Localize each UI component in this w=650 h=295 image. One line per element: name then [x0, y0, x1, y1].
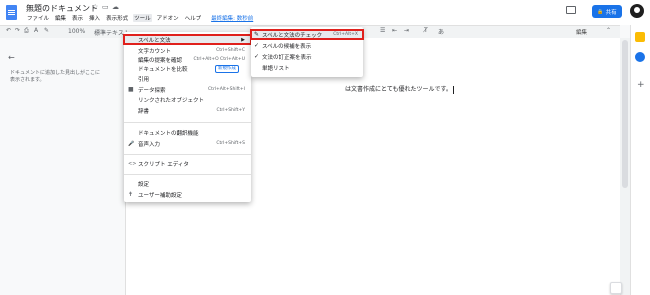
menu-item-voice-typing[interactable]: 🎤 音声入力 Ctrl+Shift+S [124, 139, 251, 148]
menu-item-personal-dictionary[interactable]: 単語リスト [251, 63, 363, 72]
menu-item-label: 音声入力 [138, 141, 161, 148]
menu-item-shortcut: Ctrl+Shift+Y [216, 108, 245, 113]
menu-item-label: 辞書 [138, 108, 150, 115]
indent-decrease-icon[interactable]: ⇤ [392, 27, 397, 34]
bullet-list-icon[interactable]: ☰ [380, 27, 385, 34]
menu-item-label: 設定 [138, 181, 150, 188]
comment-history-icon[interactable] [566, 6, 576, 14]
menu-file[interactable]: ファイル [26, 14, 50, 22]
menu-item-accessibility-settings[interactable]: ✝ ユーザー補助設定 [124, 190, 251, 199]
outline-empty-message: ドキュメントに追加した見出しがここに表示されます。 [10, 70, 101, 83]
menu-format[interactable]: 表示形式 [105, 14, 129, 22]
last-edit-link[interactable]: 最終編集: 数秒前 [210, 14, 254, 22]
move-folder-icon[interactable]: ▭ [102, 3, 109, 11]
menu-item-review-suggestions[interactable]: 編集の提案を確認 Ctrl+Alt+O Ctrl+Alt+U [124, 55, 251, 64]
menu-bar: ファイル 編集 表示 挿入 表示形式 ツール アドオン ヘルプ 最終編集: 数秒… [26, 14, 254, 22]
menu-item-shortcut: Ctrl+Shift+C [216, 48, 245, 53]
code-icon: <> [128, 160, 137, 167]
menu-item-label: スペルの候補を表示 [262, 43, 312, 50]
menu-item-shortcut: Ctrl+Alt+O Ctrl+Alt+U [193, 57, 245, 62]
menu-item-label: 引用 [138, 76, 150, 83]
menu-item-compare-documents[interactable]: ドキュメントを比較 新規作成 [124, 64, 251, 73]
explore-icon: ■ [128, 86, 134, 93]
menu-view[interactable]: 表示 [71, 14, 84, 22]
text-cursor [452, 85, 454, 94]
menu-item-label: ドキュメントを比較 [138, 66, 188, 73]
microphone-icon: 🎤 [128, 140, 135, 147]
menu-item-linked-objects[interactable]: リンクされたオブジェクト [124, 95, 251, 104]
menu-help[interactable]: ヘルプ [184, 14, 203, 22]
document-title[interactable]: 無題のドキュメント [26, 3, 98, 14]
menu-item-translate-document[interactable]: ドキュメントの翻訳機能 [124, 128, 251, 137]
spellcheck-icon: ✎ [254, 31, 260, 38]
menu-divider [124, 122, 251, 123]
indent-increase-icon[interactable]: ⇥ [404, 27, 409, 34]
menu-item-word-count[interactable]: 文字カウント Ctrl+Shift+C [124, 46, 251, 55]
back-arrow-icon[interactable]: ← [8, 53, 15, 62]
menu-divider [124, 174, 251, 175]
menu-item-dictionary[interactable]: 辞書 Ctrl+Shift+Y [124, 106, 251, 115]
menu-item-preferences[interactable]: 設定 [124, 179, 251, 188]
add-addon-icon[interactable]: + [637, 80, 645, 90]
clear-format-icon[interactable]: T̸ [424, 27, 428, 34]
print-icon[interactable]: ⎙ [24, 27, 29, 35]
tasks-icon[interactable] [635, 52, 645, 62]
avatar[interactable] [630, 4, 644, 18]
menu-edit[interactable]: 編集 [54, 14, 67, 22]
menu-item-label: データ探索 [138, 87, 166, 94]
side-panel [630, 25, 650, 295]
new-badge: 新規作成 [215, 64, 239, 73]
keep-icon[interactable] [635, 32, 645, 42]
menu-divider [124, 154, 251, 155]
share-label: 共有 [605, 9, 617, 16]
spelling-grammar-submenu: ✎ スペルと文法のチェック Ctrl+Alt+X ✓ スペルの候補を表示 ✓ 文… [250, 27, 364, 77]
chevron-up-icon[interactable]: ⌃ [606, 27, 611, 34]
menu-item-spell-check[interactable]: ✎ スペルと文法のチェック Ctrl+Alt+X [250, 29, 364, 40]
menu-item-label: 単語リスト [262, 65, 290, 72]
menu-item-label: スクリプト エディタ [138, 161, 189, 168]
menu-tools[interactable]: ツール [133, 14, 152, 22]
star-icon[interactable]: ☆ [92, 3, 98, 11]
menu-item-label: ユーザー補助設定 [138, 192, 182, 199]
paint-format-icon[interactable]: ✎ [44, 27, 49, 34]
menu-item-label: ドキュメントの翻訳機能 [138, 130, 199, 137]
input-tools-icon[interactable]: あ [438, 27, 444, 36]
menu-item-shortcut: Ctrl+Alt+X [333, 32, 358, 37]
checkmark-icon: ✓ [254, 42, 260, 49]
menu-item-spelling-grammar[interactable]: スペルと文法 ▶ [123, 34, 252, 45]
cloud-status-icon: ☁ [112, 3, 119, 11]
docs-logo-icon[interactable] [6, 5, 17, 20]
tools-menu: スペルと文法 ▶ 文字カウント Ctrl+Shift+C 編集の提案を確認 Ct… [123, 32, 252, 202]
scrollbar-thumb[interactable] [622, 40, 628, 188]
menu-item-shortcut: Ctrl+Shift+S [216, 141, 245, 146]
checkmark-icon: ✓ [254, 53, 260, 60]
document-body-text[interactable]: は文書作成にとても優れたツールです。 [345, 84, 454, 94]
menu-item-citations[interactable]: 引用 [124, 74, 251, 83]
menu-item-label: 編集の提案を確認 [138, 57, 183, 64]
menu-item-label: 文字カウント [138, 48, 172, 55]
menu-item-label: スペルと文法のチェック [262, 32, 323, 39]
menu-item-label: リンクされたオブジェクト [138, 97, 205, 104]
zoom-select[interactable]: 100% [68, 28, 85, 35]
spellcheck-icon[interactable]: A [34, 27, 38, 34]
menu-item-show-spelling-suggestions[interactable]: ✓ スペルの候補を表示 [251, 41, 363, 50]
share-button[interactable]: 🔒 共有 [592, 5, 622, 18]
menu-item-label: スペルと文法 [138, 37, 171, 44]
redo-icon[interactable]: ↷ [15, 27, 20, 34]
editing-mode-select[interactable]: 編集 [576, 28, 587, 36]
menu-item-explore[interactable]: ■ データ探索 Ctrl+Alt+Shift+I [124, 85, 251, 94]
menu-item-show-grammar-suggestions[interactable]: ✓ 文法の訂正案を表示 [251, 52, 363, 61]
lock-icon: 🔒 [597, 8, 604, 15]
menu-item-shortcut: Ctrl+Alt+Shift+I [208, 87, 245, 92]
explore-button[interactable] [610, 282, 622, 294]
menu-insert[interactable]: 挿入 [88, 14, 101, 22]
menu-item-script-editor[interactable]: <> スクリプト エディタ [124, 159, 251, 168]
accessibility-icon: ✝ [128, 191, 134, 198]
undo-icon[interactable]: ↶ [6, 27, 11, 34]
menu-addons[interactable]: アドオン [156, 14, 180, 22]
menu-item-label: 文法の訂正案を表示 [262, 54, 312, 61]
body-text: は文書作成にとても優れたツールです。 [345, 86, 452, 93]
submenu-arrow-icon: ▶ [241, 36, 245, 43]
